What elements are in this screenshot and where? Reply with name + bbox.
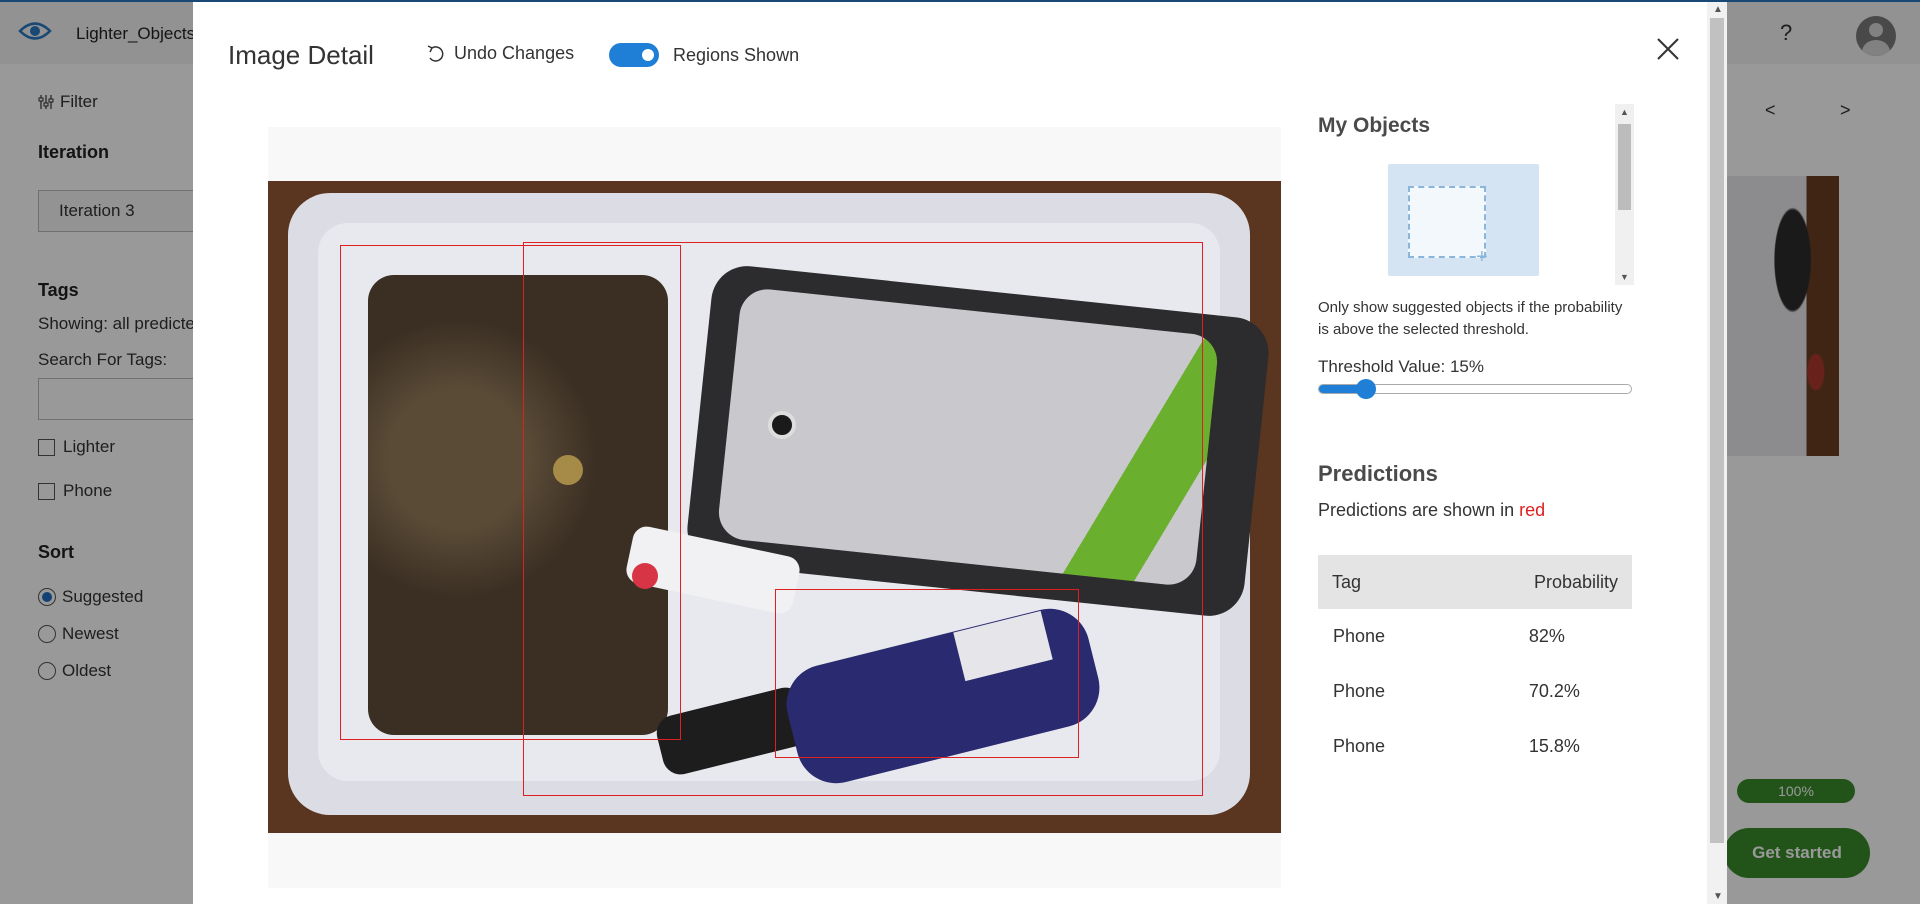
threshold-label: Threshold Value: 15% [1318, 357, 1485, 376]
scroll-thumb[interactable] [1618, 124, 1631, 210]
prediction-probability: 15.8% [1528, 736, 1580, 756]
undo-icon [427, 44, 444, 62]
probability-column-header: Probability [1533, 571, 1618, 592]
prediction-probability: 82% [1528, 626, 1565, 646]
prediction-probability: 70.2% [1528, 681, 1580, 701]
regions-label: Regions Shown [673, 44, 800, 65]
add-region-button[interactable]: + [1388, 164, 1539, 276]
predictions-subtext-prefix: Predictions are shown in [1318, 500, 1520, 520]
my-objects-heading: My Objects [1318, 114, 1431, 137]
prediction-region[interactable] [775, 589, 1079, 758]
plus-icon: + [1476, 246, 1488, 268]
my-objects-scroll-area: My Objects + [1318, 92, 1640, 286]
predictions-color-word: red [1519, 500, 1546, 520]
objects-scrollbar[interactable]: ▲ ▼ [1615, 104, 1634, 285]
threshold-slider[interactable] [1318, 379, 1632, 399]
undo-changes-button[interactable]: Undo Changes [426, 43, 574, 64]
dialog-title: Image Detail [228, 40, 374, 70]
threshold-hint: Only show suggested objects if the proba… [1318, 299, 1623, 338]
scroll-up-arrow-icon[interactable]: ▲ [1713, 4, 1723, 15]
prediction-tag: Phone [1333, 626, 1386, 646]
table-row: Phone 82% [1318, 609, 1632, 664]
dialog-scrollbar[interactable]: ▲ ▼ [1707, 2, 1727, 904]
slider-knob[interactable] [1355, 379, 1376, 399]
undo-label: Undo Changes [454, 43, 575, 63]
image-detail-dialog: Image Detail Undo Changes Regions Shown [193, 2, 1727, 904]
regions-toggle-control[interactable]: Regions Shown [609, 43, 799, 67]
prediction-tag: Phone [1333, 736, 1386, 756]
scroll-thumb[interactable] [1710, 18, 1724, 843]
tag-column-header: Tag [1332, 571, 1362, 592]
prediction-tag: Phone [1333, 681, 1386, 701]
close-icon[interactable] [1655, 36, 1681, 62]
image-canvas[interactable] [268, 127, 1281, 888]
detail-photo [268, 181, 1281, 833]
region-placeholder [1408, 186, 1486, 258]
table-header: Tag Probability [1318, 555, 1632, 609]
table-row: Phone 70.2% [1318, 664, 1632, 719]
scroll-down-arrow-icon[interactable]: ▼ [1620, 272, 1629, 282]
predictions-heading: Predictions [1318, 461, 1438, 486]
predictions-subtext: Predictions are shown in red [1318, 500, 1545, 521]
predictions-table: Tag Probability Phone 82% Phone 70.2% Ph… [1318, 555, 1632, 774]
table-row: Phone 15.8% [1318, 719, 1632, 774]
scroll-up-arrow-icon[interactable]: ▲ [1620, 107, 1629, 117]
scroll-down-arrow-icon[interactable]: ▼ [1713, 891, 1723, 902]
regions-toggle[interactable] [609, 43, 659, 67]
